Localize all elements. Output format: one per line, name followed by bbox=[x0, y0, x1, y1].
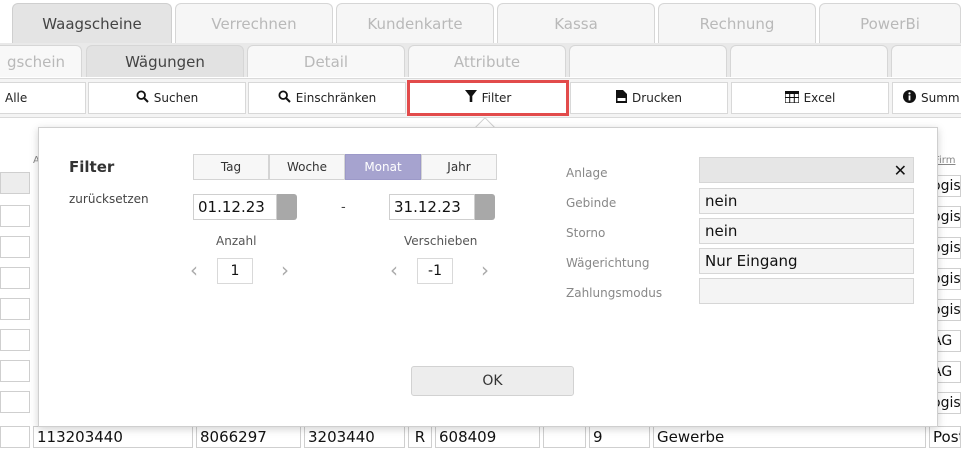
grid-cell[interactable] bbox=[543, 426, 586, 448]
close-icon[interactable]: ✕ bbox=[894, 161, 907, 180]
chevron-right-icon[interactable]: › bbox=[281, 260, 289, 280]
grid-cell[interactable] bbox=[0, 298, 30, 320]
gebinde-field[interactable]: nein bbox=[699, 188, 914, 214]
chevron-left-icon[interactable]: ‹ bbox=[190, 260, 198, 280]
suchen-label: Suchen bbox=[153, 91, 199, 105]
summe-label: Summ bbox=[921, 91, 960, 105]
period-jahr[interactable]: Jahr bbox=[421, 154, 497, 180]
date-from-input[interactable]: 01.12.23 bbox=[193, 194, 277, 220]
grid-cell[interactable] bbox=[0, 360, 30, 382]
period-tag[interactable]: Tag bbox=[193, 154, 269, 180]
filter-title: Filter bbox=[69, 158, 115, 176]
grid-cell[interactable] bbox=[0, 391, 30, 413]
chevron-left-icon[interactable]: ‹ bbox=[390, 260, 398, 280]
main-tab-bar: Waagscheine Verrechnen Kundenkarte Kassa… bbox=[0, 0, 961, 43]
date-from-picker-button[interactable] bbox=[277, 194, 297, 220]
waegerichtung-label: Wägerichtung bbox=[566, 256, 650, 270]
grid-cell[interactable]: 8066297 bbox=[196, 426, 301, 448]
filter-popup: Filter zurücksetzen Tag Woche Monat Jahr… bbox=[38, 127, 938, 427]
tab-verrechnen[interactable]: Verrechnen bbox=[175, 3, 333, 43]
excel-button[interactable]: Excel bbox=[731, 82, 889, 114]
anzahl-value[interactable]: 1 bbox=[217, 258, 253, 284]
ok-button[interactable]: OK bbox=[411, 366, 574, 396]
grid-cell[interactable]: Gewerbe bbox=[653, 426, 926, 448]
verschieben-label: Verschieben bbox=[404, 234, 478, 248]
tab-kundenkarte[interactable]: Kundenkarte bbox=[336, 3, 494, 43]
tab-waagscheine[interactable]: Waagscheine bbox=[12, 3, 172, 43]
pdf-icon bbox=[616, 90, 628, 106]
sub-tab-bar: gschein Wägungen Detail Attribute bbox=[0, 43, 961, 77]
tab-kassa[interactable]: Kassa bbox=[497, 3, 655, 43]
waegerichtung-field[interactable]: Nur Eingang bbox=[699, 248, 914, 274]
gebinde-label: Gebinde bbox=[566, 196, 617, 210]
anlage-label: Anlage bbox=[566, 166, 608, 180]
einschraenken-button[interactable]: Einschränken bbox=[248, 82, 406, 114]
grid-cell[interactable]: PostLogis bbox=[929, 426, 961, 448]
date-to-input[interactable]: 31.12.23 bbox=[389, 194, 475, 220]
tab-waegungen[interactable]: Wägungen bbox=[86, 45, 244, 77]
drucken-button[interactable]: Drucken bbox=[570, 82, 728, 114]
grid-cell[interactable]: R bbox=[408, 426, 432, 448]
grid-cell[interactable] bbox=[0, 426, 30, 448]
anzahl-label: Anzahl bbox=[216, 234, 257, 248]
period-woche[interactable]: Woche bbox=[269, 154, 345, 180]
einschraenken-label: Einschränken bbox=[295, 91, 377, 105]
chevron-right-icon[interactable]: › bbox=[481, 260, 489, 280]
tab-waagschein[interactable]: gschein bbox=[0, 45, 82, 77]
search-icon bbox=[136, 90, 149, 106]
grid-cell[interactable]: 608409 bbox=[435, 426, 540, 448]
tab-empty-3[interactable] bbox=[891, 45, 961, 77]
verschieben-value[interactable]: -1 bbox=[417, 258, 453, 284]
period-monat[interactable]: Monat bbox=[345, 154, 421, 180]
grid-cell[interactable] bbox=[0, 172, 30, 194]
summe-button[interactable]: Summ bbox=[892, 82, 961, 114]
zahlungsmodus-field[interactable] bbox=[699, 278, 914, 304]
grid-cell[interactable]: 9 bbox=[589, 426, 650, 448]
grid-cell[interactable] bbox=[0, 267, 30, 289]
tab-powerbi[interactable]: PowerBi bbox=[819, 3, 961, 43]
alle-button[interactable]: Alle bbox=[0, 82, 86, 114]
grid-cell[interactable]: 113203440 bbox=[33, 426, 193, 448]
excel-label: Excel bbox=[803, 91, 836, 105]
date-separator: - bbox=[341, 200, 346, 215]
suchen-button[interactable]: Suchen bbox=[88, 82, 246, 114]
search-icon bbox=[278, 90, 291, 106]
drucken-label: Drucken bbox=[632, 91, 682, 105]
table-icon bbox=[783, 89, 800, 106]
info-icon bbox=[903, 90, 916, 106]
alle-label: Alle bbox=[5, 91, 28, 105]
toolbar: Alle Suchen Einschränken Filter Drucken … bbox=[0, 78, 961, 118]
zahlungsmodus-label: Zahlungsmodus bbox=[566, 286, 663, 300]
date-to-picker-button[interactable] bbox=[475, 194, 495, 220]
tab-empty-1[interactable] bbox=[569, 45, 727, 77]
anlage-field[interactable]: ✕ bbox=[699, 157, 914, 183]
grid-cell[interactable]: 3203440 bbox=[304, 426, 405, 448]
tab-attribute[interactable]: Attribute bbox=[408, 45, 566, 77]
tab-rechnung[interactable]: Rechnung bbox=[658, 3, 816, 43]
filter-button[interactable]: Filter bbox=[407, 80, 569, 116]
tab-detail[interactable]: Detail bbox=[247, 45, 405, 77]
funnel-icon bbox=[464, 90, 477, 106]
tab-empty-2[interactable] bbox=[730, 45, 888, 77]
storno-field[interactable]: nein bbox=[699, 218, 914, 244]
grid-cell[interactable] bbox=[0, 236, 30, 258]
grid-cell[interactable] bbox=[0, 329, 30, 351]
reset-link[interactable]: zurücksetzen bbox=[69, 192, 149, 206]
filter-label: Filter bbox=[481, 91, 512, 105]
grid-cell[interactable] bbox=[0, 205, 30, 227]
storno-label: Storno bbox=[566, 226, 606, 240]
